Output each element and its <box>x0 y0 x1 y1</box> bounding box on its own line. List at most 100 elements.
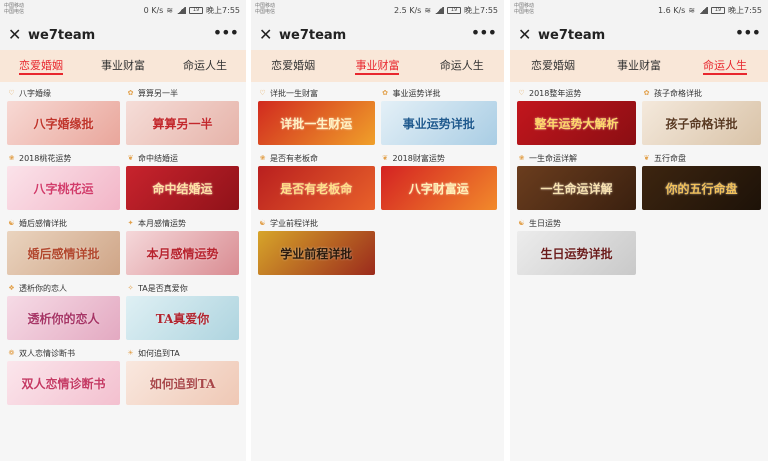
item-banner[interactable]: 是否有老板命 <box>258 166 375 210</box>
page-title: we7team <box>279 28 347 43</box>
item-banner[interactable]: 如何追到TA <box>126 361 239 405</box>
phone-screen: 中国移动 中国电信 2.5 K/s ≋ 19 晚上7:55 ✕ we7team ••• 恋爱婚姻事… <box>251 0 504 461</box>
banner-text: 是否有老板命 <box>280 181 353 196</box>
item-banner[interactable]: 八字财富运 <box>380 166 497 210</box>
banner-text: 八字婚缘批 <box>33 116 94 131</box>
close-icon[interactable]: ✕ <box>518 25 531 44</box>
tab-destiny[interactable]: 命运人生 <box>164 50 246 82</box>
tab-career[interactable]: 事业财富 <box>82 50 164 82</box>
title-bar: ✕ we7team ••• <box>510 22 768 50</box>
tab-destiny[interactable]: 命运人生 <box>420 50 504 82</box>
list-item[interactable]: ❀ 是否有老板命 是否有老板命 <box>255 151 378 210</box>
item-grid: ♡ 详批一生财富 详批一生财运 ✿ 事业运势详批 事业运势详批 ❀ 是否有老板命 是否有老板命 ❦… <box>251 82 504 281</box>
list-item[interactable]: ❦ 命中结婚运 命中结婚运 <box>123 151 242 210</box>
tab-destiny[interactable]: 命运人生 <box>682 50 768 82</box>
tab-career[interactable]: 事业财富 <box>596 50 682 82</box>
category-icon: ❀ <box>518 154 525 162</box>
item-label: 一生命运详解 <box>529 154 577 163</box>
category-icon: ❖ <box>8 284 15 292</box>
list-item[interactable]: ✦ 本月感情运势 本月感情运势 <box>123 216 242 275</box>
title-bar: ✕ we7team ••• <box>251 22 504 50</box>
network-speed: 2.5 K/s <box>393 6 422 15</box>
list-item[interactable]: ✿ 算算另一半 算算另一半 <box>123 86 242 145</box>
item-header: ☯ 生日运势 <box>517 216 636 231</box>
item-banner[interactable]: 你的五行命盘 <box>642 166 761 210</box>
list-item[interactable]: ❀ 一生命运详解 一生命运详解 <box>514 151 639 210</box>
item-banner[interactable]: 八字婚缘批 <box>7 101 120 145</box>
item-header: ☯ 婚后感情详批 <box>7 216 120 231</box>
item-header: ❁ 双人恋情诊断书 <box>7 346 120 361</box>
category-icon: ♡ <box>8 89 15 97</box>
close-icon[interactable]: ✕ <box>259 25 272 44</box>
list-item[interactable]: ☀ 如何追到TA 如何追到TA <box>123 346 242 405</box>
item-grid: ♡ 八字婚缘 八字婚缘批 ✿ 算算另一半 算算另一半 ❀ 2018桃花运势 八字桃花运 ❦ 命中结婚… <box>0 82 246 411</box>
item-banner[interactable]: 事业运势详批 <box>380 101 497 145</box>
banner-text: 事业运势详批 <box>402 116 475 131</box>
category-icon: ❀ <box>259 154 266 162</box>
list-item[interactable]: ❀ 2018桃花运势 八字桃花运 <box>4 151 123 210</box>
category-icon: ☀ <box>127 349 134 357</box>
more-options-icon[interactable]: ••• <box>735 23 761 42</box>
banner-text: 你的五行命盘 <box>665 181 738 196</box>
category-icon: ✦ <box>127 219 134 227</box>
category-icon: ❀ <box>8 154 15 162</box>
list-item[interactable]: ✧ TA是否真爱你 TA真爱你 <box>123 281 242 340</box>
list-item[interactable]: ✿ 事业运势详批 事业运势详批 <box>378 86 501 145</box>
carrier-info: 中国移动 中国电信 <box>514 3 534 15</box>
tab-love[interactable]: 恋爱婚姻 <box>251 50 335 82</box>
status-bar: 中国移动 中国电信 0 K/s ≋ 19 晚上7:55 <box>0 0 246 22</box>
item-banner[interactable]: 双人恋情诊断书 <box>7 361 120 405</box>
list-item[interactable]: ❖ 透析你的恋人 透析你的恋人 <box>4 281 123 340</box>
item-banner[interactable]: 生日运势详批 <box>517 231 636 275</box>
more-options-icon[interactable]: ••• <box>213 23 239 42</box>
network-speed: 0 K/s <box>143 6 164 15</box>
list-item[interactable]: ♡ 八字婚缘八字婚缘批 <box>4 86 123 145</box>
item-banner[interactable]: 孩子命格详批 <box>642 101 761 145</box>
category-icon: ♡ <box>518 89 525 97</box>
item-label: 算算另一半 <box>138 89 178 98</box>
item-banner[interactable]: 本月感情运势 <box>126 231 239 275</box>
list-item[interactable]: ❁ 双人恋情诊断书 双人恋情诊断书 <box>4 346 123 405</box>
carrier-label: 中国电信 <box>4 9 25 15</box>
item-header: ❦ 五行命盘 <box>642 151 761 166</box>
item-label: 2018整年运势 <box>529 89 582 98</box>
list-item[interactable]: ♡ 详批一生财富 详批一生财运 <box>255 86 378 145</box>
clock: 晚上7:55 <box>206 6 240 15</box>
item-banner[interactable]: 一生命运详解 <box>517 166 636 210</box>
close-icon[interactable]: ✕ <box>8 25 21 44</box>
banner-text: 一生命运详解 <box>540 181 613 196</box>
list-item[interactable]: ☯ 婚后感情详批 婚后感情详批 <box>4 216 123 275</box>
item-label: 事业运势详批 <box>392 89 441 98</box>
signal-icon <box>698 7 709 14</box>
item-label: 婚后感情详批 <box>19 219 67 228</box>
item-header: ♡ 详批一生财富 <box>258 86 375 101</box>
tab-love[interactable]: 恋爱婚姻 <box>510 50 596 82</box>
list-item[interactable]: ☯ 生日运势 生日运势详批 <box>514 216 639 275</box>
item-banner[interactable]: 算算另一半 <box>126 101 239 145</box>
item-banner[interactable]: 命中结婚运 <box>126 166 239 210</box>
tab-love[interactable]: 恋爱婚姻 <box>0 50 82 82</box>
item-banner[interactable]: 详批一生财运 <box>258 101 375 145</box>
item-header: ☀ 如何追到TA <box>126 346 239 361</box>
item-banner[interactable]: TA真爱你 <box>126 296 239 340</box>
item-banner[interactable]: 婚后感情详批 <box>7 231 120 275</box>
list-item[interactable]: ♡ 2018整年运势整年运势大解析 <box>514 86 639 145</box>
list-item[interactable]: ☯ 学业前程详批 学业前程详批 <box>255 216 378 275</box>
banner-text: 婚后感情详批 <box>27 246 100 261</box>
list-item[interactable]: ❦ 2018财富运势 八字财富运 <box>378 151 501 210</box>
list-item[interactable]: ✿ 孩子命格详批 孩子命格详批 <box>639 86 764 145</box>
item-banner[interactable]: 八字桃花运 <box>7 166 120 210</box>
item-banner[interactable]: 学业前程详批 <box>258 231 375 275</box>
carrier-info: 中国移动 中国电信 <box>4 3 24 15</box>
more-options-icon[interactable]: ••• <box>471 23 497 42</box>
item-label: 如何追到TA <box>138 349 180 358</box>
status-indicators: 0 K/s ≋ 19 晚上7:55 <box>144 5 240 16</box>
item-header: ♡ 八字婚缘 <box>7 86 120 101</box>
tab-career[interactable]: 事业财富 <box>335 50 419 82</box>
item-banner[interactable]: 整年运势大解析 <box>517 101 636 145</box>
category-icon: ✿ <box>127 89 134 97</box>
item-banner[interactable]: 透析你的恋人 <box>7 296 120 340</box>
item-label: 双人恋情诊断书 <box>19 349 75 358</box>
list-item[interactable]: ❦ 五行命盘你的五行命盘 <box>639 151 764 210</box>
page-title: we7team <box>28 28 96 43</box>
